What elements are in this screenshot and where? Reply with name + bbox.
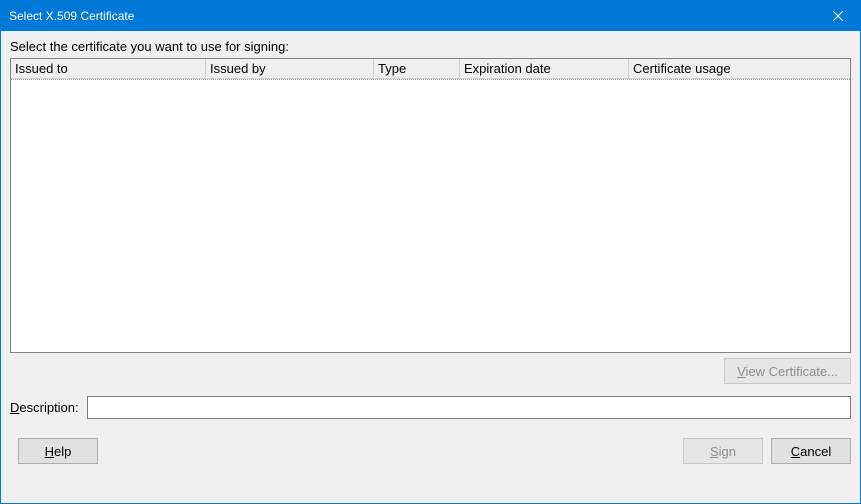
- description-row: Description:: [10, 396, 851, 419]
- column-header-issued-by[interactable]: Issued by: [206, 59, 374, 78]
- description-label: Description:: [10, 400, 79, 415]
- view-cert-row: View Certificate...: [10, 358, 851, 384]
- column-header-usage[interactable]: Certificate usage: [629, 59, 850, 78]
- column-header-issued-to[interactable]: Issued to: [11, 59, 206, 78]
- table-header-row: Issued to Issued by Type Expiration date…: [11, 59, 850, 79]
- close-button[interactable]: [815, 1, 860, 31]
- dialog-body: Select the certificate you want to use f…: [1, 31, 860, 503]
- dialog-window: Select X.509 Certificate Select the cert…: [0, 0, 861, 504]
- column-header-type[interactable]: Type: [374, 59, 460, 78]
- help-button[interactable]: Help: [18, 438, 98, 464]
- title-bar: Select X.509 Certificate: [1, 1, 860, 31]
- description-input[interactable]: [87, 396, 851, 419]
- view-certificate-button: View Certificate...: [724, 358, 851, 384]
- close-icon: [833, 11, 843, 21]
- dialog-footer: Help Sign Cancel: [10, 438, 851, 464]
- cancel-button[interactable]: Cancel: [771, 438, 851, 464]
- column-header-expiration[interactable]: Expiration date: [460, 59, 629, 78]
- sign-button: Sign: [683, 438, 763, 464]
- instruction-label: Select the certificate you want to use f…: [10, 39, 851, 54]
- certificate-table[interactable]: Issued to Issued by Type Expiration date…: [10, 58, 851, 353]
- window-title: Select X.509 Certificate: [9, 9, 815, 23]
- table-body-empty[interactable]: [11, 79, 850, 353]
